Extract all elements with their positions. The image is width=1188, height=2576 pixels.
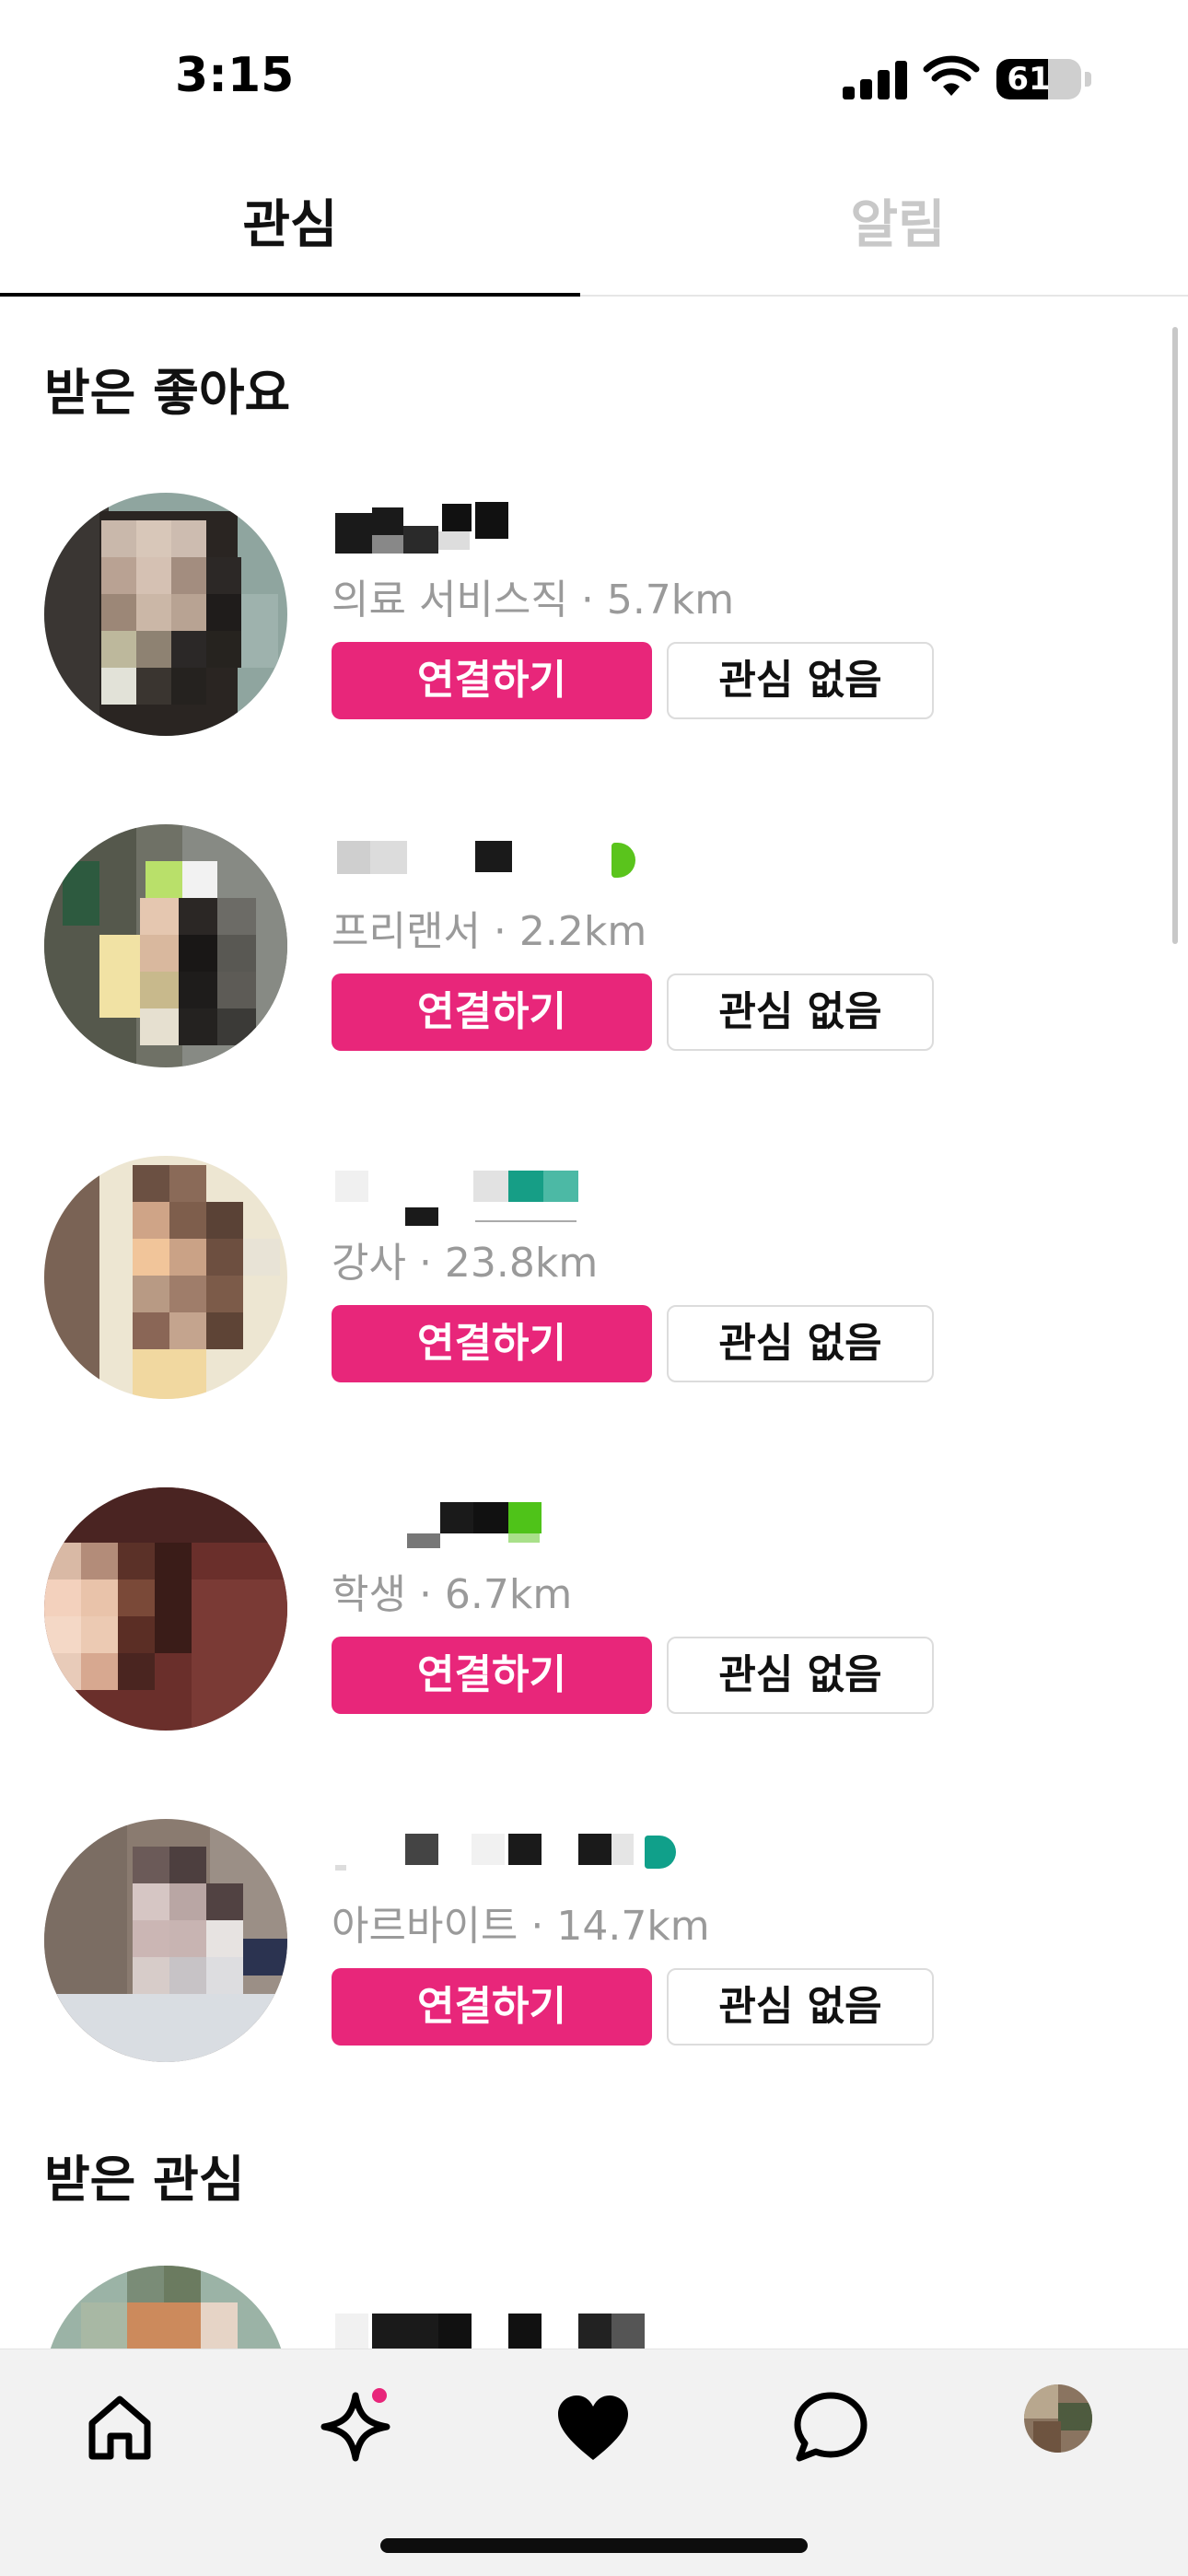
- battery-cap: [1085, 72, 1091, 87]
- like-card[interactable]: 학생 · 6.7km 연결하기 관심 없음: [0, 1487, 1188, 1764]
- not-interested-button[interactable]: 관심 없음: [667, 1968, 934, 2046]
- tab-interest[interactable]: 관심: [0, 175, 580, 297]
- home-indicator: [380, 2538, 808, 2553]
- avatar[interactable]: [44, 493, 287, 736]
- connect-button[interactable]: 연결하기: [332, 973, 652, 1051]
- tab-notifications[interactable]: 알림: [608, 175, 1188, 295]
- home-icon[interactable]: [76, 2383, 164, 2471]
- like-card[interactable]: 아르바이트 · 14.7km 연결하기 관심 없음: [0, 1819, 1188, 2095]
- battery-icon: 61: [996, 59, 1081, 99]
- avatar[interactable]: [44, 1819, 287, 2062]
- section-title-received-interest: 받은 관심: [44, 2151, 245, 2209]
- name-redacted: [332, 2314, 663, 2349]
- name-redacted: [332, 1493, 663, 1557]
- tab-bar: 관심 알림: [0, 175, 1188, 297]
- profile-avatar[interactable]: [1024, 2384, 1092, 2453]
- card-subtitle: 프리랜서 · 2.2km: [332, 908, 647, 955]
- avatar[interactable]: [44, 1156, 287, 1399]
- avatar[interactable]: [44, 2266, 287, 2349]
- card-subtitle: 학생 · 6.7km: [332, 1571, 573, 1618]
- chat-bubble-icon[interactable]: [786, 2383, 875, 2471]
- name-redacted: [332, 1824, 676, 1889]
- card-subtitle: 의료 서비스직 · 5.7km: [332, 577, 735, 624]
- connect-button[interactable]: 연결하기: [332, 1968, 652, 2046]
- name-redacted: [332, 1161, 663, 1226]
- card-subtitle: 아르바이트 · 14.7km: [332, 1903, 710, 1950]
- status-bar: 3:15 61: [0, 0, 1188, 157]
- discover-nav[interactable]: [311, 2383, 400, 2471]
- name-redacted: [332, 498, 663, 563]
- notification-dot: [372, 2388, 387, 2403]
- not-interested-button[interactable]: 관심 없음: [667, 973, 934, 1051]
- not-interested-button[interactable]: 관심 없음: [667, 1305, 934, 1382]
- connect-button[interactable]: 연결하기: [332, 1637, 652, 1714]
- section-title-received-likes: 받은 좋아요: [44, 364, 291, 422]
- connect-button[interactable]: 연결하기: [332, 1305, 652, 1382]
- not-interested-button[interactable]: 관심 없음: [667, 642, 934, 719]
- heart-icon[interactable]: [549, 2383, 637, 2471]
- like-card[interactable]: 강사 · 23.8km 연결하기 관심 없음: [0, 1156, 1188, 1432]
- avatar[interactable]: [44, 824, 287, 1067]
- like-card[interactable]: 프리랜서 · 2.2km 연결하기 관심 없음: [0, 824, 1188, 1101]
- status-time: 3:15: [175, 48, 295, 103]
- name-redacted: [332, 830, 663, 894]
- cellular-signal-icon: [843, 59, 909, 99]
- wifi-icon: [923, 55, 980, 96]
- avatar[interactable]: [44, 1487, 287, 1731]
- card-subtitle: 강사 · 23.8km: [332, 1240, 599, 1287]
- like-card[interactable]: 의료 서비스직 · 5.7km 연결하기 관심 없음: [0, 493, 1188, 769]
- connect-button[interactable]: 연결하기: [332, 642, 652, 719]
- interest-card[interactable]: [0, 2266, 1188, 2349]
- battery-level: 61: [1007, 61, 1051, 98]
- not-interested-button[interactable]: 관심 없음: [667, 1637, 934, 1714]
